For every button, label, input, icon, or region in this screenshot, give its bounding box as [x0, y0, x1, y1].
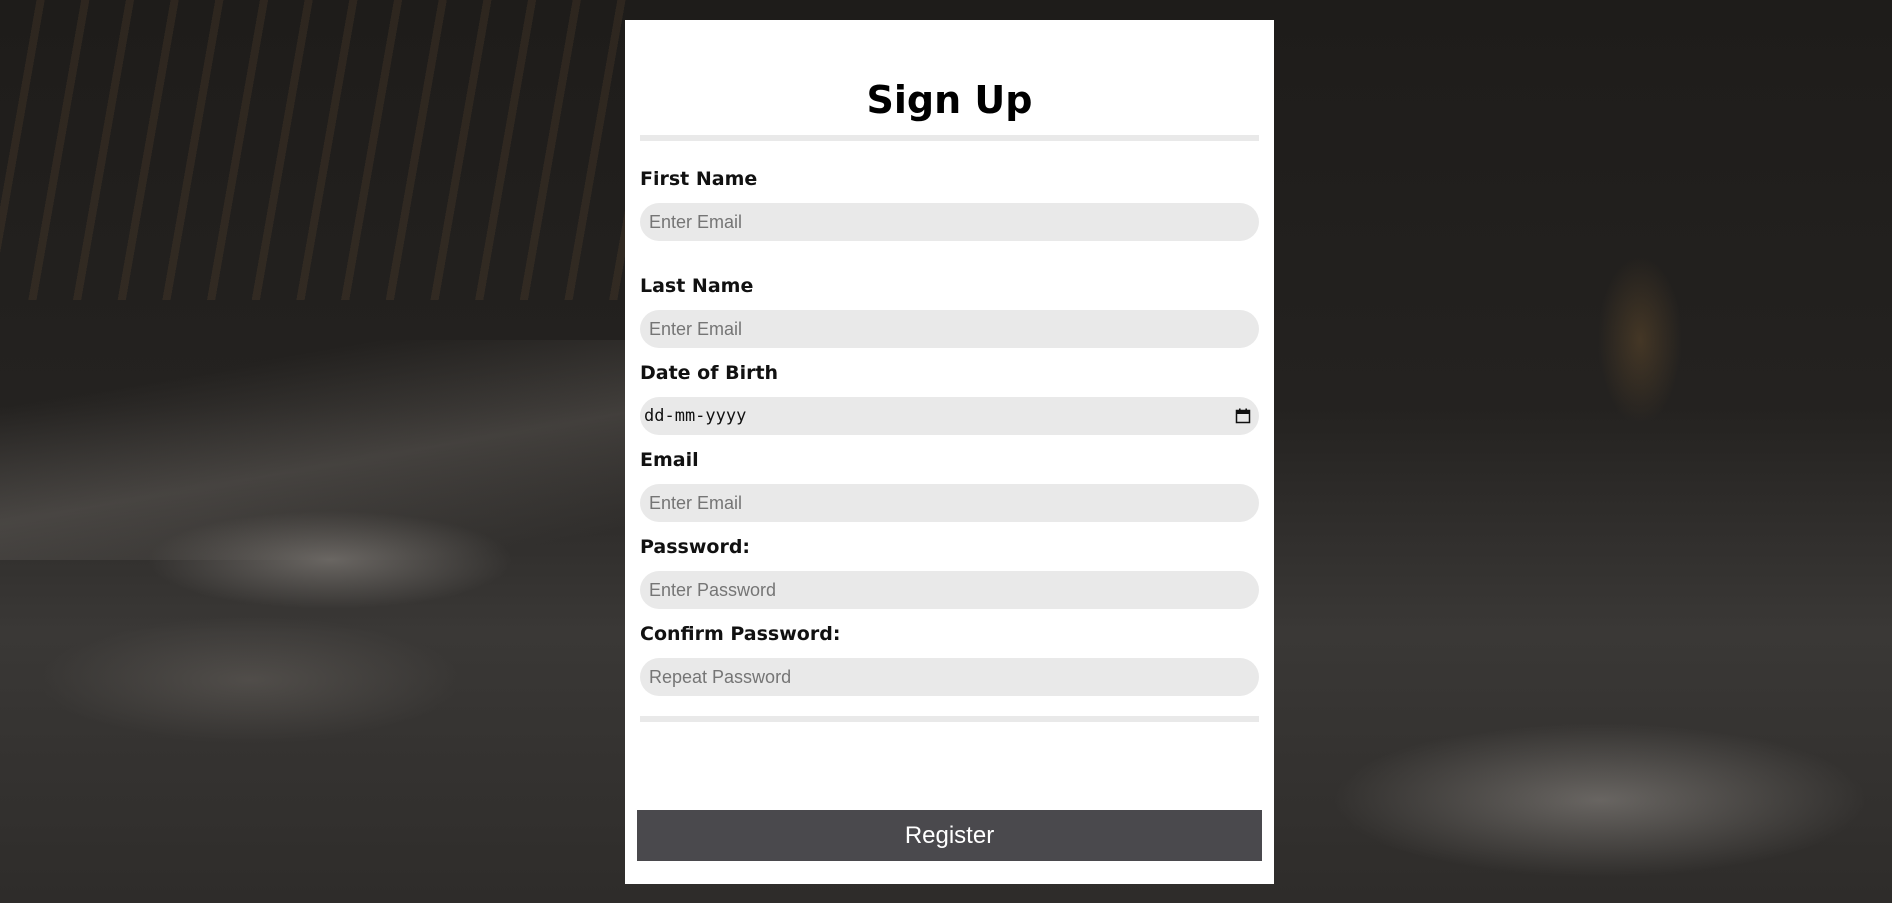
background-blinds	[0, 0, 640, 300]
first-name-label: First Name	[640, 168, 758, 190]
dob-input[interactable]: dd-mm-yyyy	[640, 397, 1259, 435]
background-bench	[0, 340, 640, 560]
email-input[interactable]	[640, 484, 1259, 522]
confirm-password-label: Confirm Password:	[640, 623, 841, 645]
first-name-input[interactable]	[640, 203, 1259, 241]
confirm-password-input[interactable]	[640, 658, 1259, 696]
calendar-icon[interactable]	[1235, 408, 1251, 424]
form-title: Sign Up	[866, 78, 1033, 122]
signup-form: Sign Up First Name Last Name Date of Bir…	[625, 20, 1274, 884]
email-label: Email	[640, 449, 699, 471]
password-input[interactable]	[640, 571, 1259, 609]
dob-placeholder: dd-mm-yyyy	[644, 406, 747, 426]
password-label: Password:	[640, 536, 751, 558]
last-name-label: Last Name	[640, 275, 754, 297]
dob-label: Date of Birth	[640, 362, 779, 384]
top-divider	[640, 135, 1259, 141]
last-name-input[interactable]	[640, 310, 1259, 348]
bottom-divider	[640, 716, 1259, 722]
register-button[interactable]: Register	[637, 810, 1262, 861]
